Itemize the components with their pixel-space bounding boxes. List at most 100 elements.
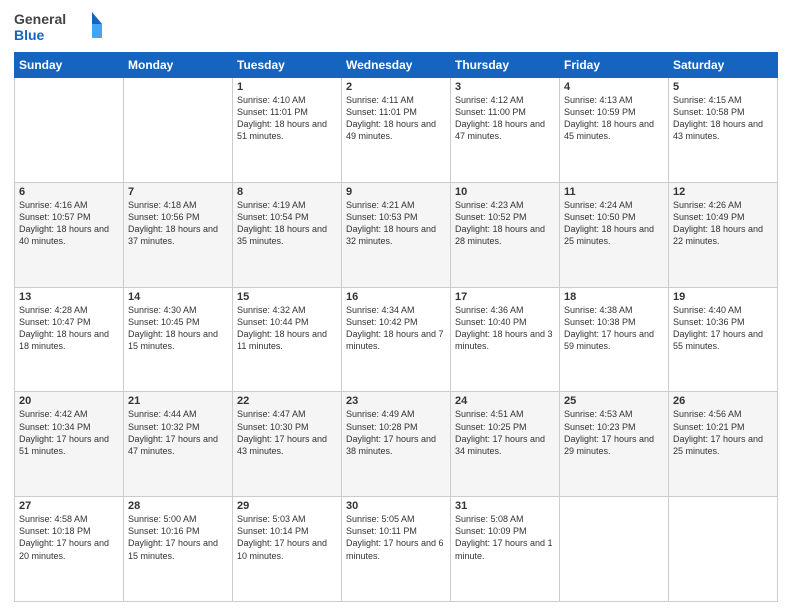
day-number: 25 <box>564 395 664 407</box>
calendar-cell: 6Sunrise: 4:16 AMSunset: 10:57 PMDayligh… <box>15 182 124 287</box>
calendar-week-1: 1Sunrise: 4:10 AMSunset: 11:01 PMDayligh… <box>15 78 778 183</box>
weekday-header-friday: Friday <box>560 53 669 78</box>
calendar-cell: 12Sunrise: 4:26 AMSunset: 10:49 PMDaylig… <box>669 182 778 287</box>
day-number: 26 <box>673 395 773 407</box>
day-number: 27 <box>19 500 119 512</box>
cell-info: Sunrise: 4:19 AMSunset: 10:54 PMDaylight… <box>237 199 337 248</box>
day-number: 29 <box>237 500 337 512</box>
calendar-cell: 30Sunrise: 5:05 AMSunset: 10:11 PMDaylig… <box>342 497 451 602</box>
cell-info: Sunrise: 4:16 AMSunset: 10:57 PMDaylight… <box>19 199 119 248</box>
cell-info: Sunrise: 4:56 AMSunset: 10:21 PMDaylight… <box>673 408 773 457</box>
day-number: 31 <box>455 500 555 512</box>
day-number: 5 <box>673 81 773 93</box>
day-number: 4 <box>564 81 664 93</box>
calendar-table: SundayMondayTuesdayWednesdayThursdayFrid… <box>14 52 778 602</box>
day-number: 10 <box>455 186 555 198</box>
calendar-cell: 14Sunrise: 4:30 AMSunset: 10:45 PMDaylig… <box>124 287 233 392</box>
day-number: 13 <box>19 291 119 303</box>
cell-info: Sunrise: 4:42 AMSunset: 10:34 PMDaylight… <box>19 408 119 457</box>
cell-info: Sunrise: 4:23 AMSunset: 10:52 PMDaylight… <box>455 199 555 248</box>
day-number: 1 <box>237 81 337 93</box>
cell-info: Sunrise: 4:12 AMSunset: 11:00 PMDaylight… <box>455 94 555 143</box>
day-number: 11 <box>564 186 664 198</box>
cell-info: Sunrise: 4:53 AMSunset: 10:23 PMDaylight… <box>564 408 664 457</box>
day-number: 19 <box>673 291 773 303</box>
cell-info: Sunrise: 4:32 AMSunset: 10:44 PMDaylight… <box>237 304 337 353</box>
cell-info: Sunrise: 5:03 AMSunset: 10:14 PMDaylight… <box>237 513 337 562</box>
calendar-cell: 16Sunrise: 4:34 AMSunset: 10:42 PMDaylig… <box>342 287 451 392</box>
calendar-cell: 3Sunrise: 4:12 AMSunset: 11:00 PMDayligh… <box>451 78 560 183</box>
cell-info: Sunrise: 4:11 AMSunset: 11:01 PMDaylight… <box>346 94 446 143</box>
calendar-cell: 19Sunrise: 4:40 AMSunset: 10:36 PMDaylig… <box>669 287 778 392</box>
calendar-cell <box>15 78 124 183</box>
calendar-cell: 10Sunrise: 4:23 AMSunset: 10:52 PMDaylig… <box>451 182 560 287</box>
day-number: 30 <box>346 500 446 512</box>
cell-info: Sunrise: 5:08 AMSunset: 10:09 PMDaylight… <box>455 513 555 562</box>
calendar-cell <box>560 497 669 602</box>
calendar-cell <box>669 497 778 602</box>
calendar-cell: 9Sunrise: 4:21 AMSunset: 10:53 PMDayligh… <box>342 182 451 287</box>
calendar-cell: 17Sunrise: 4:36 AMSunset: 10:40 PMDaylig… <box>451 287 560 392</box>
calendar-week-5: 27Sunrise: 4:58 AMSunset: 10:18 PMDaylig… <box>15 497 778 602</box>
day-number: 2 <box>346 81 446 93</box>
day-number: 28 <box>128 500 228 512</box>
logo-icon: General Blue <box>14 10 104 46</box>
cell-info: Sunrise: 4:34 AMSunset: 10:42 PMDaylight… <box>346 304 446 353</box>
calendar-cell: 22Sunrise: 4:47 AMSunset: 10:30 PMDaylig… <box>233 392 342 497</box>
day-number: 14 <box>128 291 228 303</box>
cell-info: Sunrise: 5:00 AMSunset: 10:16 PMDaylight… <box>128 513 228 562</box>
cell-info: Sunrise: 4:40 AMSunset: 10:36 PMDaylight… <box>673 304 773 353</box>
calendar-cell: 26Sunrise: 4:56 AMSunset: 10:21 PMDaylig… <box>669 392 778 497</box>
calendar-cell: 27Sunrise: 4:58 AMSunset: 10:18 PMDaylig… <box>15 497 124 602</box>
logo: General Blue <box>14 10 104 46</box>
day-number: 8 <box>237 186 337 198</box>
weekday-header-saturday: Saturday <box>669 53 778 78</box>
calendar-cell: 1Sunrise: 4:10 AMSunset: 11:01 PMDayligh… <box>233 78 342 183</box>
cell-info: Sunrise: 4:15 AMSunset: 10:58 PMDaylight… <box>673 94 773 143</box>
day-number: 9 <box>346 186 446 198</box>
cell-info: Sunrise: 4:47 AMSunset: 10:30 PMDaylight… <box>237 408 337 457</box>
day-number: 18 <box>564 291 664 303</box>
calendar-cell: 28Sunrise: 5:00 AMSunset: 10:16 PMDaylig… <box>124 497 233 602</box>
day-number: 22 <box>237 395 337 407</box>
weekday-header-monday: Monday <box>124 53 233 78</box>
day-number: 20 <box>19 395 119 407</box>
svg-text:General: General <box>14 11 66 27</box>
cell-info: Sunrise: 4:44 AMSunset: 10:32 PMDaylight… <box>128 408 228 457</box>
day-number: 15 <box>237 291 337 303</box>
calendar-cell: 15Sunrise: 4:32 AMSunset: 10:44 PMDaylig… <box>233 287 342 392</box>
calendar-cell: 21Sunrise: 4:44 AMSunset: 10:32 PMDaylig… <box>124 392 233 497</box>
weekday-header-sunday: Sunday <box>15 53 124 78</box>
page: General Blue SundayMondayTuesdayWednesda… <box>0 0 792 612</box>
day-number: 12 <box>673 186 773 198</box>
calendar-cell: 20Sunrise: 4:42 AMSunset: 10:34 PMDaylig… <box>15 392 124 497</box>
calendar-cell: 2Sunrise: 4:11 AMSunset: 11:01 PMDayligh… <box>342 78 451 183</box>
day-number: 24 <box>455 395 555 407</box>
svg-text:Blue: Blue <box>14 27 45 43</box>
calendar-week-2: 6Sunrise: 4:16 AMSunset: 10:57 PMDayligh… <box>15 182 778 287</box>
calendar-cell: 31Sunrise: 5:08 AMSunset: 10:09 PMDaylig… <box>451 497 560 602</box>
cell-info: Sunrise: 4:30 AMSunset: 10:45 PMDaylight… <box>128 304 228 353</box>
cell-info: Sunrise: 4:21 AMSunset: 10:53 PMDaylight… <box>346 199 446 248</box>
calendar-cell: 25Sunrise: 4:53 AMSunset: 10:23 PMDaylig… <box>560 392 669 497</box>
calendar-cell: 4Sunrise: 4:13 AMSunset: 10:59 PMDayligh… <box>560 78 669 183</box>
cell-info: Sunrise: 4:38 AMSunset: 10:38 PMDaylight… <box>564 304 664 353</box>
header: General Blue <box>14 10 778 46</box>
weekday-header-row: SundayMondayTuesdayWednesdayThursdayFrid… <box>15 53 778 78</box>
calendar-cell: 18Sunrise: 4:38 AMSunset: 10:38 PMDaylig… <box>560 287 669 392</box>
cell-info: Sunrise: 5:05 AMSunset: 10:11 PMDaylight… <box>346 513 446 562</box>
calendar-cell: 29Sunrise: 5:03 AMSunset: 10:14 PMDaylig… <box>233 497 342 602</box>
weekday-header-tuesday: Tuesday <box>233 53 342 78</box>
calendar-cell: 11Sunrise: 4:24 AMSunset: 10:50 PMDaylig… <box>560 182 669 287</box>
cell-info: Sunrise: 4:49 AMSunset: 10:28 PMDaylight… <box>346 408 446 457</box>
calendar-week-3: 13Sunrise: 4:28 AMSunset: 10:47 PMDaylig… <box>15 287 778 392</box>
calendar-cell: 23Sunrise: 4:49 AMSunset: 10:28 PMDaylig… <box>342 392 451 497</box>
day-number: 3 <box>455 81 555 93</box>
day-number: 17 <box>455 291 555 303</box>
day-number: 23 <box>346 395 446 407</box>
cell-info: Sunrise: 4:26 AMSunset: 10:49 PMDaylight… <box>673 199 773 248</box>
weekday-header-thursday: Thursday <box>451 53 560 78</box>
calendar-cell: 24Sunrise: 4:51 AMSunset: 10:25 PMDaylig… <box>451 392 560 497</box>
cell-info: Sunrise: 4:13 AMSunset: 10:59 PMDaylight… <box>564 94 664 143</box>
cell-info: Sunrise: 4:24 AMSunset: 10:50 PMDaylight… <box>564 199 664 248</box>
